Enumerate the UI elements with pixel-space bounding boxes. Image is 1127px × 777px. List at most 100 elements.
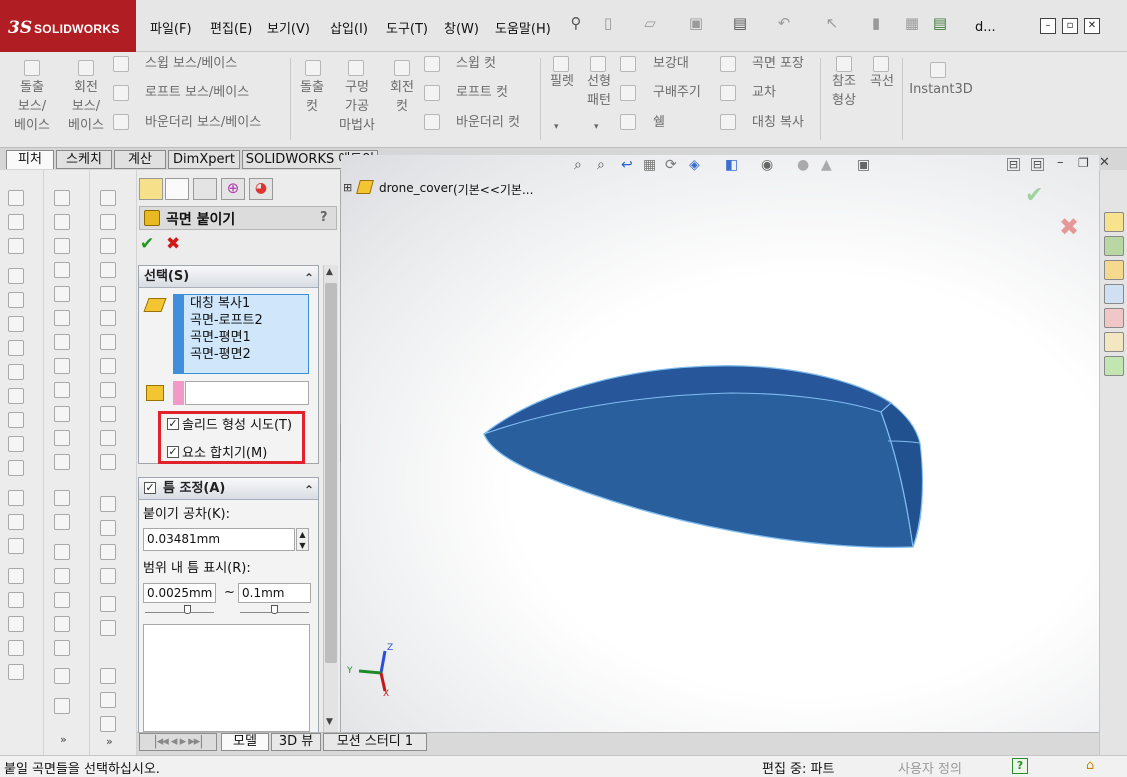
toolbar-icon[interactable] <box>8 436 24 452</box>
secondary-selection-box[interactable] <box>185 381 309 405</box>
toolbar-icon[interactable] <box>100 430 116 446</box>
tab-3d-view[interactable]: 3D 뷰 <box>271 733 321 751</box>
selected-surfaces-list[interactable]: 대칭 복사1 곡면-로프트2 곡면-평면1 곡면-평면2 <box>173 294 309 374</box>
viewport-close-icon[interactable]: ✕ <box>1099 155 1110 170</box>
toolbar-icon[interactable] <box>8 592 24 608</box>
toolbar-icon[interactable] <box>100 692 116 708</box>
mirror-button[interactable]: 대칭 복사 <box>752 113 804 132</box>
gap-control-header[interactable]: 틈 조정(A) ⌃ <box>139 478 318 500</box>
scroll-up-icon[interactable]: ▲ <box>326 267 333 277</box>
extrude-cut-button[interactable]: 돌출 컷 <box>294 78 330 116</box>
toolbar-icon[interactable] <box>100 620 116 636</box>
new-document-icon[interactable]: ▯ <box>598 14 618 36</box>
toolbar-icon[interactable] <box>8 340 24 356</box>
options-icon[interactable]: ▤ <box>930 14 950 36</box>
solidworks-resources-icon[interactable] <box>1104 212 1124 232</box>
list-item[interactable]: 곡면-평면1 <box>174 329 308 346</box>
sweep-boss-button[interactable]: 스윕 보스/베이스 <box>145 54 237 73</box>
toolbar-icon[interactable] <box>8 664 24 680</box>
file-properties-icon[interactable]: ▦ <box>902 14 922 36</box>
toolbar-icon[interactable] <box>54 310 70 326</box>
menu-edit[interactable]: 편집(E) <box>210 18 252 37</box>
tab-features[interactable]: 피처 <box>6 150 54 169</box>
configuration-manager-tab-icon[interactable] <box>193 178 217 200</box>
fillet-dropdown-icon[interactable]: ▾ <box>554 118 559 137</box>
expand-chevron-icon[interactable]: » <box>106 732 113 751</box>
toolbar-icon[interactable] <box>100 496 116 512</box>
collapse-chevron-icon[interactable]: ⌃ <box>304 268 314 289</box>
gap-min-slider[interactable] <box>145 603 214 613</box>
toolbar-icon[interactable] <box>8 490 24 506</box>
toolbar-icon[interactable] <box>54 214 70 230</box>
slider-thumb-icon[interactable] <box>271 605 278 614</box>
toolbar-icon[interactable] <box>8 214 24 230</box>
toolbar-icon[interactable] <box>8 460 24 476</box>
menu-help[interactable]: 도움말(H) <box>495 18 551 37</box>
save-icon[interactable]: ▣ <box>686 14 706 36</box>
toolbar-icon[interactable] <box>54 406 70 422</box>
toolbar-icon[interactable] <box>100 668 116 684</box>
toolbar-icon[interactable] <box>100 568 116 584</box>
toolbar-icon[interactable] <box>100 544 116 560</box>
toolbar-icon[interactable] <box>54 286 70 302</box>
expand-chevron-icon[interactable]: » <box>60 730 67 749</box>
rib-button[interactable]: 보강대 <box>653 54 689 73</box>
curves-button[interactable]: 곡선 <box>866 72 898 91</box>
tab-sketch[interactable]: 스케치 <box>56 150 112 169</box>
list-item[interactable]: 곡면-평면2 <box>174 346 308 363</box>
toolbar-icon[interactable] <box>100 262 116 278</box>
loft-cut-button[interactable]: 로프트 컷 <box>456 83 508 102</box>
toolbar-icon[interactable] <box>54 190 70 206</box>
toolbar-icon[interactable] <box>8 412 24 428</box>
close-icon[interactable]: ✕ <box>1084 18 1100 34</box>
toolbar-icon[interactable] <box>54 592 70 608</box>
custom-properties-icon[interactable] <box>1104 332 1124 352</box>
print-icon[interactable]: ▤ <box>730 14 750 36</box>
toolbar-icon[interactable] <box>8 364 24 380</box>
toolbar-icon[interactable] <box>54 382 70 398</box>
design-library-icon[interactable] <box>1104 236 1124 256</box>
boundary-cut-button[interactable]: 바운더리 컷 <box>456 113 520 132</box>
open-icon[interactable]: ▱ <box>640 14 660 36</box>
extrude-boss-button[interactable]: 돌출 보스/ 베이스 <box>8 78 56 135</box>
toolbar-icon[interactable] <box>8 538 24 554</box>
revolve-boss-button[interactable]: 회전 보스/ 베이스 <box>62 78 110 135</box>
toolbar-icon[interactable] <box>8 388 24 404</box>
toolbar-icon[interactable] <box>100 214 116 230</box>
solidworks-logo[interactable]: 3S SOLIDWORKS <box>0 0 136 52</box>
toolbar-icon[interactable] <box>8 316 24 332</box>
toolbar-icon[interactable] <box>8 640 24 656</box>
cancel-x-icon[interactable]: ✖ <box>166 234 180 254</box>
toolbar-icon[interactable] <box>100 596 116 612</box>
tab-dimxpert[interactable]: DimXpert <box>168 150 240 169</box>
collapse-chevron-icon[interactable]: ⌃ <box>304 480 314 501</box>
help-status-icon[interactable]: ? <box>1012 758 1028 774</box>
scroll-down-icon[interactable]: ▼ <box>326 717 333 727</box>
hole-wizard-button[interactable]: 구멍 가공 마법사 <box>334 78 380 135</box>
toolbar-icon[interactable] <box>54 490 70 506</box>
tab-motion-study[interactable]: 모션 스터디 1 <box>323 733 427 751</box>
scrollbar-thumb[interactable] <box>325 283 337 663</box>
list-item[interactable]: 곡면-로프트2 <box>174 312 308 329</box>
toolbar-icon[interactable] <box>8 514 24 530</box>
toolbar-icon[interactable] <box>100 454 116 470</box>
pin-icon[interactable]: ⚲ <box>566 14 586 36</box>
toolbar-icon[interactable] <box>8 292 24 308</box>
gap-range-min-input[interactable]: 0.0025mm <box>143 583 216 603</box>
toolbar-icon[interactable] <box>54 616 70 632</box>
restore-icon[interactable]: ▫ <box>1062 18 1078 34</box>
list-item[interactable]: 대칭 복사1 <box>174 295 308 312</box>
dimxpert-tab-icon[interactable]: ⊕ <box>221 178 245 200</box>
selection-group-header[interactable]: 선택(S) ⌃ <box>139 266 318 288</box>
rebuild-icon[interactable]: ▮ <box>866 14 886 36</box>
toolbar-icon[interactable] <box>100 190 116 206</box>
instant3d-button[interactable]: Instant3D <box>906 80 976 99</box>
feature-tree-tab-icon[interactable] <box>139 178 163 200</box>
toolbar-icon[interactable] <box>54 238 70 254</box>
toolbar-icon[interactable] <box>100 406 116 422</box>
toolbar-icon[interactable] <box>8 190 24 206</box>
tab-scroll-arrows-icon[interactable]: |◂◂ ◂ ▸ ▸▸| <box>139 733 217 751</box>
display-manager-tab-icon[interactable]: ◕ <box>249 178 273 200</box>
menu-view[interactable]: 보기(V) <box>267 18 310 37</box>
toolbar-icon[interactable] <box>54 334 70 350</box>
